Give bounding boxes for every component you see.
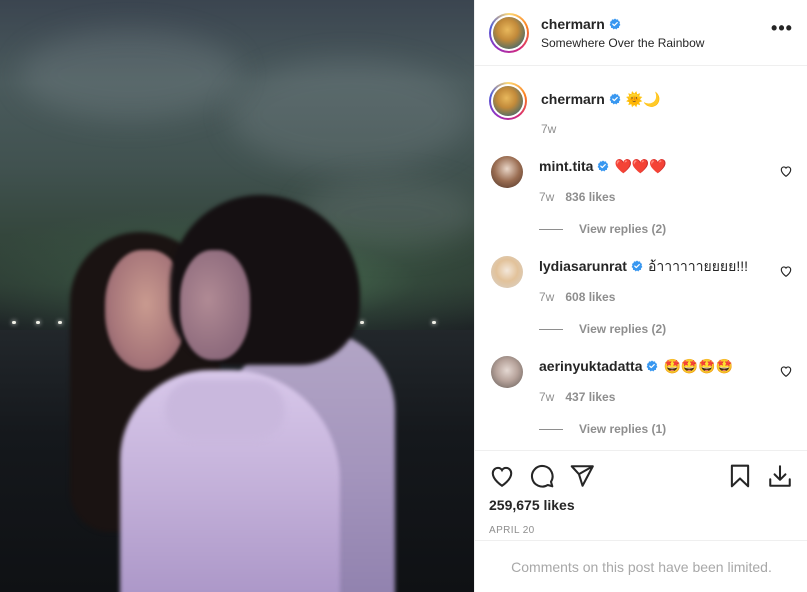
verified-icon <box>598 160 609 172</box>
more-icon[interactable]: ••• <box>771 19 793 42</box>
caption-time[interactable]: 7w <box>541 122 556 136</box>
comment-item: lydiasarunrat อ้าาาาาายยยย!!! 7w 608 lik… <box>489 256 793 336</box>
heart-icon[interactable] <box>489 463 515 489</box>
comment-icon[interactable] <box>529 463 555 489</box>
share-icon[interactable] <box>569 463 595 489</box>
comment-item: mint.tita ❤️❤️❤️ 7w 836 likes View repli… <box>489 156 793 236</box>
avatar[interactable] <box>491 356 523 388</box>
avatar[interactable] <box>489 12 529 53</box>
comment-likes[interactable]: 608 likes <box>565 290 615 304</box>
view-replies-label: View replies (2) <box>579 222 667 236</box>
comment-text: 🤩🤩🤩🤩 <box>663 358 734 374</box>
header-text: chermarn Somewhere Over the Rainbow <box>541 16 704 50</box>
view-replies-button[interactable]: View replies (2) <box>539 322 793 336</box>
post-header: chermarn Somewhere Over the Rainbow ••• <box>475 0 807 66</box>
comment-time[interactable]: 7w <box>539 290 554 304</box>
view-replies-label: View replies (2) <box>579 322 667 336</box>
comment-username[interactable]: aerinyuktadatta <box>539 357 642 375</box>
comment-username[interactable]: mint.tita <box>539 157 593 175</box>
comments-list[interactable]: chermarn 🌞🌙 7w mint.tita ❤️❤️❤️ 7w 836 l… <box>475 66 807 450</box>
verified-icon <box>631 260 643 272</box>
heart-icon[interactable] <box>779 164 793 178</box>
view-replies-button[interactable]: View replies (1) <box>539 422 793 436</box>
comments-limited-notice: Comments on this post have been limited. <box>475 540 807 592</box>
photo-person <box>165 380 285 440</box>
comment-text: อ้าาาาาายยยย!!! <box>647 258 748 274</box>
caption-text: 🌞🌙 <box>625 91 661 107</box>
header-username[interactable]: chermarn <box>541 16 605 32</box>
comment-item: aerinyuktadatta 🤩🤩🤩🤩 7w 437 likes View r… <box>489 356 793 436</box>
replies-divider <box>539 228 563 230</box>
photo-person <box>180 250 250 360</box>
heart-icon[interactable] <box>779 364 793 378</box>
avatar[interactable] <box>491 156 523 188</box>
comment-time[interactable]: 7w <box>539 390 554 404</box>
download-icon[interactable] <box>767 463 793 489</box>
post-location[interactable]: Somewhere Over the Rainbow <box>541 36 704 50</box>
post-date[interactable]: APRIL 20 <box>489 525 793 536</box>
comment-likes[interactable]: 836 likes <box>565 190 615 204</box>
comment-username[interactable]: lydiasarunrat <box>539 257 627 275</box>
replies-divider <box>539 428 563 430</box>
instagram-post: chermarn Somewhere Over the Rainbow ••• … <box>0 0 807 592</box>
heart-icon[interactable] <box>779 264 793 278</box>
post-caption: chermarn 🌞🌙 7w <box>489 82 793 136</box>
like-count[interactable]: 259,675 likes <box>489 497 793 513</box>
post-photo[interactable] <box>0 0 474 592</box>
verified-icon <box>609 93 621 105</box>
view-replies-button[interactable]: View replies (2) <box>539 222 793 236</box>
photo-cloud <box>20 30 240 120</box>
verified-icon <box>647 360 658 372</box>
avatar[interactable] <box>491 256 523 288</box>
comment-text: ❤️❤️❤️ <box>614 158 667 174</box>
comment-likes[interactable]: 437 likes <box>565 390 615 404</box>
photo-cloud <box>230 60 470 170</box>
view-replies-label: View replies (1) <box>579 422 667 436</box>
avatar[interactable] <box>489 82 527 120</box>
post-sidebar: chermarn Somewhere Over the Rainbow ••• … <box>474 0 807 592</box>
caption-username[interactable]: chermarn <box>541 90 605 108</box>
save-icon[interactable] <box>727 463 753 489</box>
comment-time[interactable]: 7w <box>539 190 554 204</box>
replies-divider <box>539 328 563 330</box>
verified-icon <box>609 18 621 29</box>
